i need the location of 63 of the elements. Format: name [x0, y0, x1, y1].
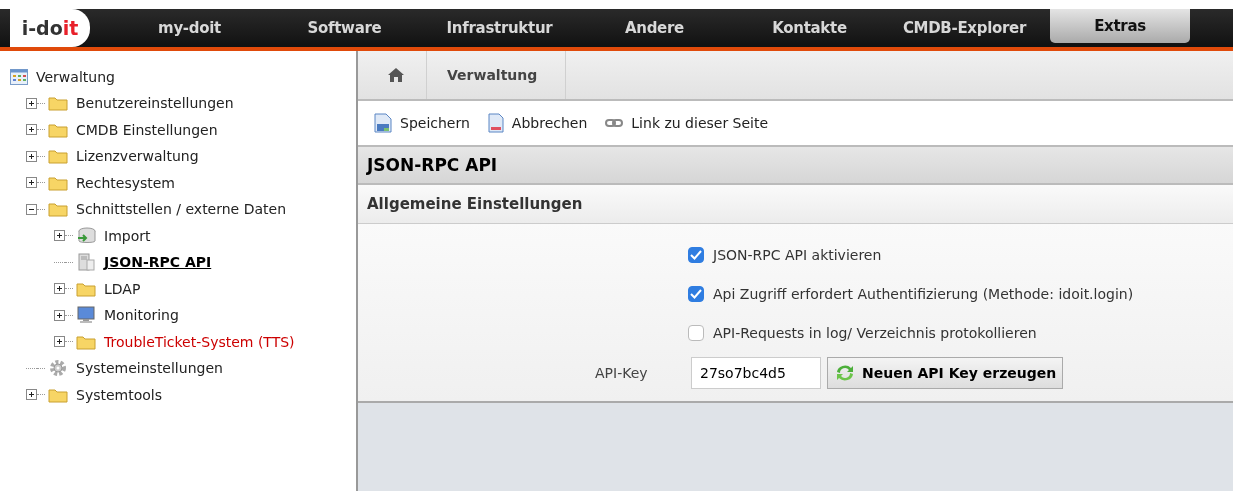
tree-item[interactable]: Schnittstellen / externe Daten: [76, 201, 286, 218]
expand-icon[interactable]: [26, 124, 37, 136]
expand-icon[interactable]: [54, 309, 65, 321]
api-key-field[interactable]: 27so7bc4d5: [691, 357, 821, 389]
collapse-icon[interactable]: [26, 203, 37, 215]
tree-item[interactable]: Verwaltung: [36, 69, 115, 85]
tree-item[interactable]: Systemtools: [76, 386, 162, 403]
link-icon: [605, 118, 624, 128]
tree-item[interactable]: JSON-RPC API: [104, 254, 212, 271]
refresh-icon: [834, 363, 856, 383]
nav-tab[interactable]: my-doit: [112, 9, 267, 47]
page-title: JSON-RPC API: [358, 147, 1233, 185]
monitor-icon: [76, 306, 96, 325]
database-arrow-icon: [76, 226, 96, 245]
nav-tab[interactable]: CMDB-Explorer: [887, 9, 1042, 47]
expand-icon[interactable]: [54, 230, 65, 242]
tree-item[interactable]: Lizenzverwaltung: [76, 148, 199, 165]
folder-icon: [76, 280, 96, 297]
expand-icon[interactable]: [26, 150, 37, 162]
expand-icon[interactable]: [26, 97, 37, 109]
checkbox[interactable]: [688, 325, 704, 341]
document-icon: [487, 113, 504, 133]
tree-item[interactable]: Monitoring: [104, 307, 179, 324]
expand-icon[interactable]: [26, 177, 37, 189]
tree-item[interactable]: Import: [104, 227, 151, 244]
folder-icon: [48, 386, 68, 403]
folder-icon: [48, 148, 68, 165]
nav-tab[interactable]: Extras: [1050, 9, 1190, 43]
tree-item[interactable]: Benutzereinstellungen: [76, 95, 234, 112]
section-heading: Allgemeine Einstellungen: [358, 185, 1233, 224]
calendar-grid-icon: [10, 69, 28, 85]
tree-item[interactable]: Systemeinstellungen: [76, 360, 223, 377]
field-label: API-Key: [594, 365, 649, 381]
checkbox-label: Api Zugriff erfordert Authentifizierung (Methode: idoit.login): [713, 286, 1134, 302]
save-button[interactable]: Speichern: [374, 113, 470, 133]
expand-icon[interactable]: [54, 336, 65, 348]
generate-key-button[interactable]: Neuen API Key erzeugen: [827, 357, 1064, 389]
nav-tab[interactable]: Kontakte: [732, 9, 887, 47]
gear-icon: [48, 359, 68, 378]
tree-item[interactable]: LDAP: [104, 280, 141, 297]
checkbox[interactable]: [688, 247, 704, 263]
floppy-document-icon: [374, 113, 392, 133]
nav-tab[interactable]: Andere: [577, 9, 732, 47]
checkbox-label: JSON-RPC API aktivieren: [713, 247, 882, 263]
breadcrumb-link[interactable]: Verwaltung: [427, 51, 567, 99]
nav-tab[interactable]: Infrastruktur: [422, 9, 577, 47]
cancel-button[interactable]: Abbrechen: [487, 113, 588, 133]
expand-icon[interactable]: [54, 283, 65, 295]
folder-icon: [48, 95, 68, 112]
folder-icon: [48, 201, 68, 218]
folder-icon: [48, 121, 68, 138]
folder-icon: [76, 333, 96, 350]
tree-item[interactable]: TroubleTicket-System (TTS): [104, 333, 295, 350]
tree-item[interactable]: Rechtesystem: [76, 174, 175, 191]
checkbox[interactable]: [688, 286, 704, 302]
expand-icon[interactable]: [26, 389, 37, 401]
tree-item[interactable]: CMDB Einstellungen: [76, 121, 218, 138]
folder-icon: [48, 174, 68, 191]
link-button[interactable]: Link zu dieser Seite: [605, 115, 769, 131]
nav-tab[interactable]: Software: [267, 9, 422, 47]
checkbox-label: API-Requests in log/ Verzeichnis protokollieren: [713, 325, 1037, 341]
logo[interactable]: i-doit: [10, 9, 90, 47]
server-icon: [76, 253, 96, 272]
